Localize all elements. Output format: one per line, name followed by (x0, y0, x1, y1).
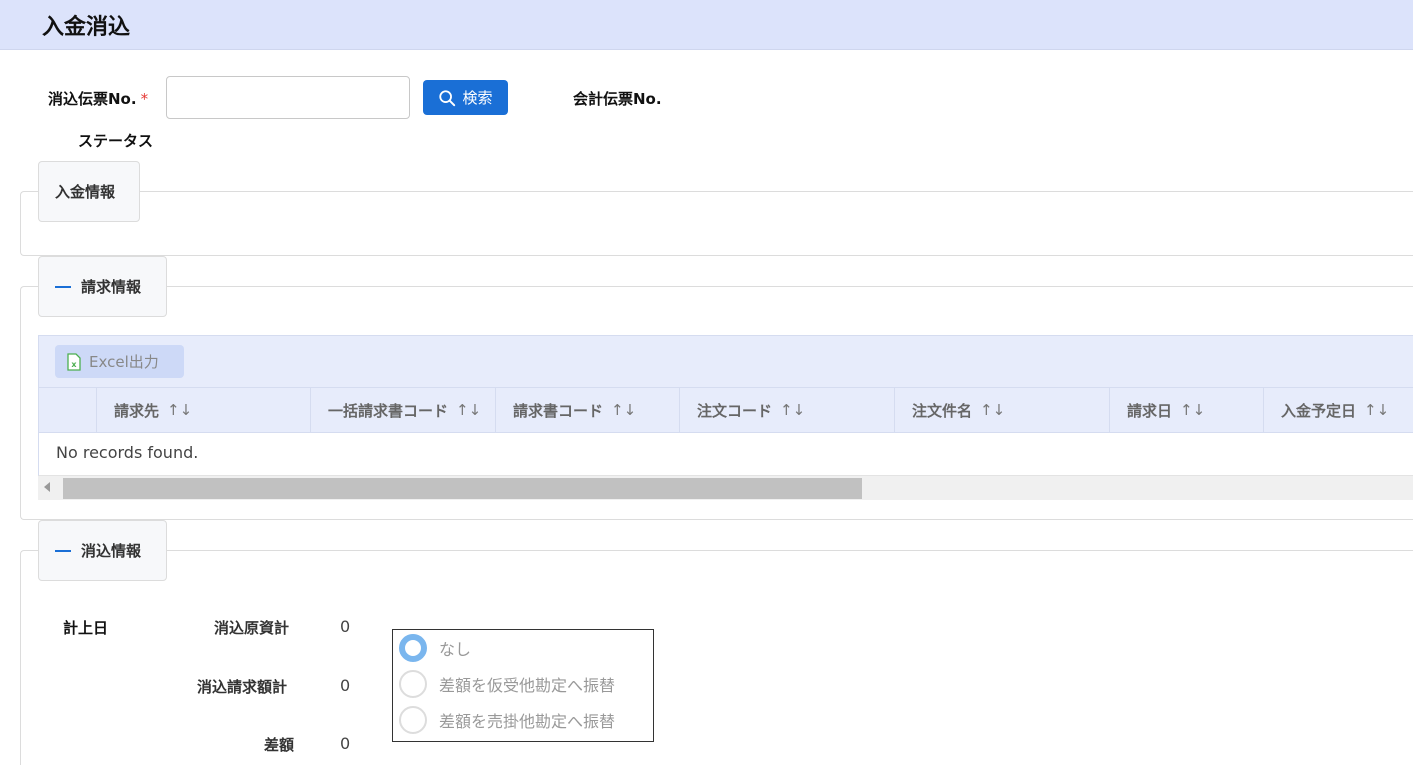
option-label: 差額を売掛他勘定へ振替 (439, 712, 616, 731)
status-label: ステータス (78, 132, 154, 150)
empty-table-message: No records found. (38, 433, 1413, 476)
billing-section-title: 請求情報 (81, 278, 142, 296)
slip-no-input[interactable] (166, 76, 410, 119)
sort-icon: ↑↓ (1364, 401, 1390, 419)
payment-section (20, 191, 1413, 256)
radio-unchecked[interactable] (399, 706, 427, 734)
difference-option-group: なし 差額を仮受他勘定へ振替 差額を売掛他勘定へ振替 (392, 629, 654, 742)
sort-icon: ↑↓ (1180, 401, 1206, 419)
svg-text:x: x (71, 360, 77, 369)
excel-export-label: Excel出力 (89, 353, 159, 371)
posting-date-label: 計上日 (63, 619, 109, 637)
reconcile-section-legend[interactable]: 消込情報 (38, 520, 167, 581)
column-header-order-name[interactable]: 注文件名 ↑↓ (894, 388, 1109, 432)
option-none[interactable]: なし (399, 634, 471, 662)
billing-total-label: 消込請求額計 (197, 678, 288, 696)
collapse-icon (55, 285, 71, 288)
page-header: 入金消込 (0, 0, 1413, 50)
horizontal-scrollbar[interactable] (38, 476, 1413, 500)
sort-icon: ↑↓ (780, 401, 806, 419)
difference-label: 差額 (264, 736, 295, 754)
radio-checked[interactable] (399, 634, 427, 662)
billing-toolbar: x Excel出力 (38, 335, 1413, 388)
sort-icon: ↑↓ (456, 401, 482, 419)
reconcile-section-title: 消込情報 (81, 542, 142, 560)
difference-value: 0 (340, 734, 351, 753)
payment-section-legend[interactable]: 入金情報 (38, 161, 140, 222)
column-header-order-code[interactable]: 注文コード ↑↓ (679, 388, 894, 432)
billing-table-header: 請求先 ↑↓ 一括請求書コード ↑↓ 請求書コード ↑↓ 注文コード ↑↓ 注文件名 ↑↓… (38, 388, 1413, 433)
option-transfer-suspense[interactable]: 差額を仮受他勘定へ振替 (399, 670, 615, 698)
option-label: 差額を仮受他勘定へ振替 (439, 676, 616, 695)
billing-total-value: 0 (340, 676, 351, 695)
column-header-invoice-date[interactable]: 請求日 ↑↓ (1109, 388, 1263, 432)
sort-icon: ↑↓ (167, 401, 193, 419)
column-header-billing-to[interactable]: 請求先 ↑↓ (96, 388, 310, 432)
collapse-icon (55, 549, 71, 552)
search-icon (439, 89, 456, 106)
column-header-bulk-invoice-code[interactable]: 一括請求書コード ↑↓ (310, 388, 495, 432)
excel-export-button[interactable]: x Excel出力 (55, 345, 184, 378)
column-header-due-date[interactable]: 入金予定日 ↑↓ (1263, 388, 1413, 432)
account-slip-label: 会計伝票No. (573, 90, 662, 108)
excel-icon: x (67, 352, 81, 371)
scroll-left-icon[interactable] (44, 482, 50, 492)
slip-no-label: 消込伝票No. * (48, 90, 149, 108)
search-button-label: 検索 (462, 89, 493, 107)
page-title: 入金消込 (42, 15, 131, 40)
source-total-value: 0 (340, 617, 351, 636)
option-label: なし (439, 640, 472, 659)
payment-section-title: 入金情報 (55, 183, 116, 201)
reconcile-section (20, 550, 1413, 765)
radio-unchecked[interactable] (399, 670, 427, 698)
billing-section-legend[interactable]: 請求情報 (38, 256, 167, 317)
search-button[interactable]: 検索 (423, 80, 508, 115)
required-mark: * (140, 90, 149, 108)
scrollbar-thumb[interactable] (63, 478, 862, 499)
select-column-header (39, 388, 96, 432)
source-total-label: 消込原資計 (214, 619, 290, 637)
column-header-invoice-code[interactable]: 請求書コード ↑↓ (495, 388, 679, 432)
sort-icon: ↑↓ (980, 401, 1006, 419)
option-transfer-receivable[interactable]: 差額を売掛他勘定へ振替 (399, 706, 615, 734)
sort-icon: ↑↓ (611, 401, 637, 419)
